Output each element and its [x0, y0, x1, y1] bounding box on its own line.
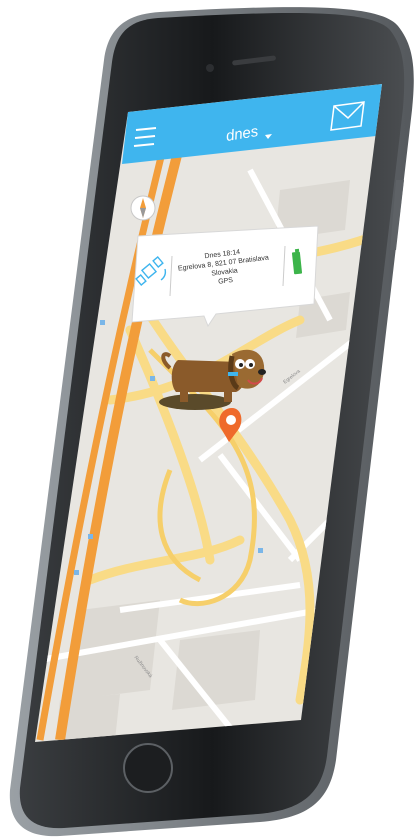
- phone-device: [9, 7, 414, 837]
- scene: dnes Dnes 18:14 Egrelova 8, 821 07 Brati…: [0, 0, 418, 838]
- home-button-icon[interactable]: [123, 743, 173, 793]
- compass-icon[interactable]: [130, 195, 156, 221]
- front-camera: [206, 64, 214, 72]
